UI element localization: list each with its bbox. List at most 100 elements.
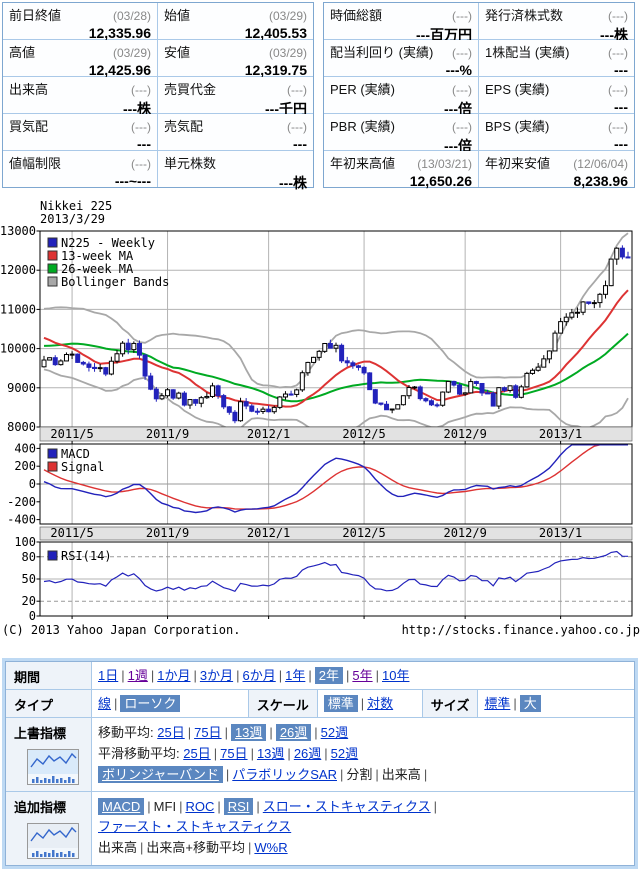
quote-label: 配当利回り (実績)	[330, 42, 433, 61]
period-option-4[interactable]: 6か月	[243, 668, 276, 683]
period-option-7[interactable]: 5年	[352, 668, 372, 683]
quote-label: EPS (実績)	[485, 79, 549, 98]
type-option-0[interactable]: 線	[98, 696, 111, 711]
svg-text:400: 400	[14, 441, 36, 455]
overlay-0-option-1[interactable]: 75日	[194, 725, 221, 740]
overlay-2-option-3: 出来高	[382, 767, 421, 782]
separator: |	[421, 767, 430, 782]
separator: |	[284, 746, 293, 761]
quote-cell: 発行済株式数(---)---株	[479, 3, 634, 39]
scale-label: スケール	[248, 690, 318, 717]
overlay-indicator-row: 上書指標 移動平均: 25日|75日|13週|26週|52週平滑移動平均: 25…	[6, 718, 634, 792]
quote-row: PER (実績)(---)---倍EPS (実績)(---)---	[324, 77, 634, 114]
quote-cell: 単元株数---株	[158, 151, 313, 187]
additional-0-option-2[interactable]: ROC	[185, 799, 214, 814]
separator: |	[276, 668, 285, 683]
separator: |	[431, 799, 440, 814]
quote-value: 12,650.26	[330, 173, 472, 189]
svg-text:2011/9: 2011/9	[146, 427, 189, 441]
svg-text:200: 200	[14, 459, 36, 473]
overlay-2-option-0[interactable]: ボリンジャーバンド	[98, 766, 223, 783]
scale-option-0[interactable]: 標準	[324, 695, 358, 712]
quote-value: ---	[485, 99, 628, 115]
separator: |	[222, 725, 231, 740]
size-option-0[interactable]: 標準	[484, 696, 510, 711]
quote-label: BPS (実績)	[485, 116, 549, 135]
separator: |	[372, 767, 381, 782]
quote-date: (03/29)	[269, 46, 307, 60]
quote-label: 単元株数	[164, 153, 216, 172]
period-option-1[interactable]: 1週	[128, 668, 148, 683]
type-option-1[interactable]: ローソク	[120, 695, 180, 712]
overlay-0-option-2[interactable]: 13週	[231, 724, 266, 741]
svg-text:http://stocks.finance.yahoo.co: http://stocks.finance.yahoo.co.jp	[402, 623, 640, 637]
quote-date: (---)	[131, 120, 151, 134]
type-scale-size-row: タイプ 線|ローソク スケール 標準|対数 サイズ 標準|大	[6, 690, 634, 718]
period-option-6[interactable]: 2年	[315, 667, 343, 684]
additional-1-option-2[interactable]: W%R	[254, 840, 287, 855]
separator: |	[305, 668, 314, 683]
quote-date: (---)	[608, 120, 628, 134]
period-option-0[interactable]: 1日	[98, 668, 118, 683]
separator: |	[214, 799, 223, 814]
overlay-1-option-2[interactable]: 13週	[257, 746, 284, 761]
size-option-1[interactable]: 大	[520, 695, 541, 712]
quote-summary: 前日終値(03/28)12,335.96始値(03/29)12,405.53高値…	[2, 2, 640, 188]
quote-row: 高値(03/29)12,425.96安値(03/29)12,319.75	[3, 40, 313, 77]
svg-text:2011/9: 2011/9	[146, 526, 189, 540]
quote-table-right: 時価総額(---)---百万円発行済株式数(---)---株配当利回り (実績)…	[323, 2, 635, 188]
stock-chart-page: { "quote_tables": { "left": [ {"label":"…	[0, 0, 642, 845]
additional-0-option-5[interactable]: ファースト・ストキャスティクス	[98, 819, 291, 834]
overlay-0-option-0[interactable]: 25日	[157, 725, 184, 740]
quote-cell: 配当利回り (実績)(---)---%	[324, 40, 479, 76]
separator: |	[144, 799, 153, 814]
quote-value: ---	[9, 136, 151, 152]
additional-0-option-0[interactable]: MACD	[98, 798, 144, 815]
quote-date: (---)	[452, 120, 472, 134]
svg-text:-200: -200	[7, 495, 36, 509]
quote-value: ---株	[164, 173, 307, 193]
quote-value: ---~---	[9, 173, 151, 189]
quote-cell: 売気配 (---) ---	[158, 114, 313, 150]
period-option-8[interactable]: 10年	[382, 668, 409, 683]
quote-label: 売気配	[164, 116, 203, 135]
overlay-0-option-3[interactable]: 26週	[276, 724, 311, 741]
quote-value: ---	[164, 136, 307, 152]
quote-label: 時価総額	[330, 5, 382, 24]
svg-text:50: 50	[22, 572, 36, 586]
quote-date: (---)	[287, 120, 307, 134]
quote-row: 前日終値(03/28)12,335.96始値(03/29)12,405.53	[3, 3, 313, 40]
separator: |	[373, 668, 382, 683]
overlay-1-option-1[interactable]: 75日	[220, 746, 247, 761]
additional-0-option-3[interactable]: RSI	[224, 798, 254, 815]
svg-text:26-week MA: 26-week MA	[61, 262, 134, 276]
period-option-5[interactable]: 1年	[285, 668, 305, 683]
chart-controls-table: 期間 1日|1週|1か月|3か月|6か月|1年|2年|5年|10年 タイプ 線|…	[5, 661, 635, 866]
additional-label: 追加指標	[14, 800, 66, 815]
additional-0-option-4[interactable]: スロー・ストキャスティクス	[263, 799, 431, 814]
quote-label: 安値	[164, 42, 190, 61]
overlay-1-option-3[interactable]: 26週	[294, 746, 321, 761]
separator: |	[266, 725, 275, 740]
quote-date: (---)	[452, 9, 472, 23]
period-option-3[interactable]: 3か月	[200, 668, 233, 683]
type-label: タイプ	[6, 690, 92, 717]
quote-value: ---	[485, 136, 628, 152]
svg-text:9000: 9000	[7, 381, 36, 395]
overlay-2-option-1[interactable]: パラボリックSAR	[232, 767, 337, 782]
quote-cell: 時価総額(---)---百万円	[324, 3, 479, 39]
overlay-0-option-4[interactable]: 52週	[321, 725, 348, 740]
quote-date: (---)	[131, 83, 151, 97]
period-option-2[interactable]: 1か月	[157, 668, 190, 683]
sparkline-chart-icon	[27, 749, 79, 785]
quote-date: (03/28)	[113, 9, 151, 23]
size-options: 標準|大	[478, 690, 634, 717]
svg-text:-400: -400	[7, 513, 36, 527]
scale-option-1[interactable]: 対数	[367, 696, 393, 711]
overlay-1-option-0[interactable]: 25日	[183, 746, 210, 761]
svg-text:2013/3/29: 2013/3/29	[40, 212, 105, 226]
overlay-1-option-4[interactable]: 52週	[331, 746, 358, 761]
quote-cell: 値幅制限(---)---~---	[3, 151, 158, 187]
svg-text:2012/5: 2012/5	[342, 427, 385, 441]
svg-text:2013/1: 2013/1	[539, 526, 582, 540]
